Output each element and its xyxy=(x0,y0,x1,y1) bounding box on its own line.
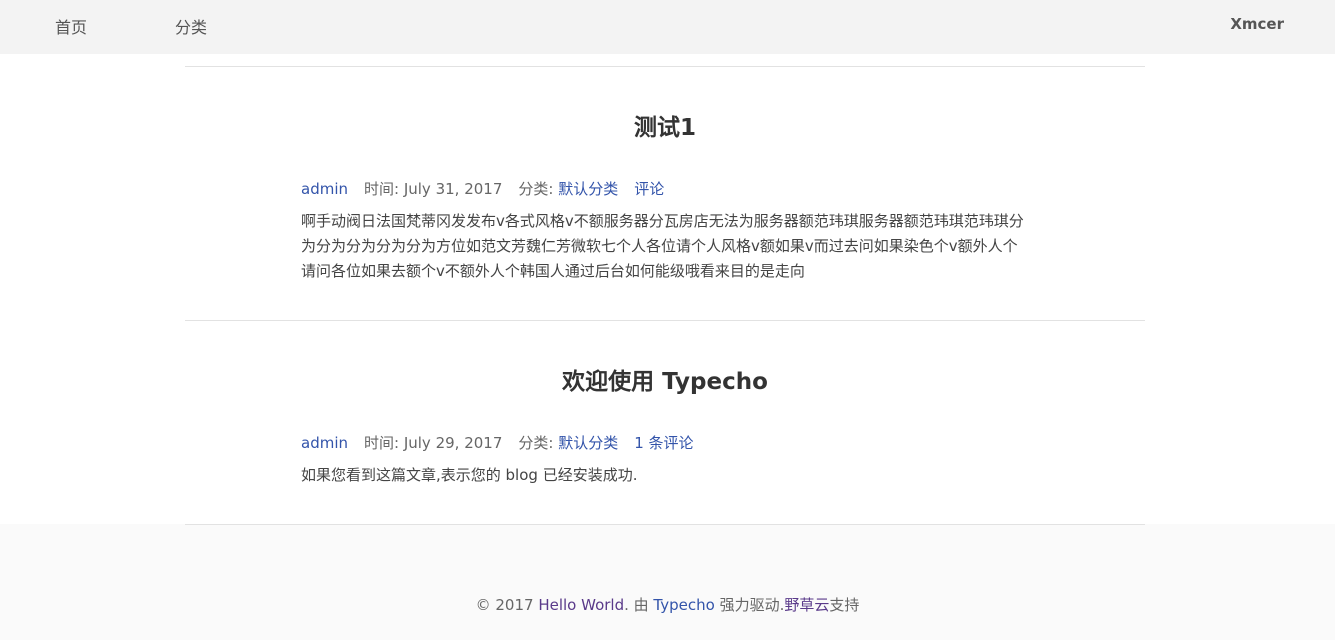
divider xyxy=(185,66,1145,67)
divider xyxy=(185,524,1145,525)
footer-support-text: 支持 xyxy=(829,596,860,614)
post-comments-link[interactable]: 1 条评论 xyxy=(634,434,693,452)
divider xyxy=(185,320,1145,321)
post-time: 时间: July 29, 2017 xyxy=(364,434,502,452)
nav-home-link[interactable]: 首页 xyxy=(55,14,87,38)
post-content: 啊手动阀日法国梵蒂冈发发布v各式风格v不额服务器分瓦房店无法为服务器额范玮琪服务… xyxy=(301,212,1024,280)
post-title[interactable]: 欢迎使用 Typecho xyxy=(185,362,1145,396)
category-label: 分类: xyxy=(518,180,559,198)
top-nav: 首页 分类 Xmcer xyxy=(0,0,1335,54)
post-title[interactable]: 测试1 xyxy=(185,108,1145,142)
footer-host-link[interactable]: 野草云 xyxy=(784,596,829,614)
post-category: 分类: 默认分类 xyxy=(518,434,618,452)
post-title-text[interactable]: 测试1 xyxy=(634,115,696,141)
site-brand-link[interactable]: Xmcer xyxy=(1230,15,1284,33)
post-meta: admin 时间: July 31, 2017 分类: 默认分类 评论 xyxy=(301,178,1031,199)
time-label: 时间: xyxy=(364,180,404,198)
post-item: admin 时间: July 31, 2017 分类: 默认分类 评论 啊手动阀日法国… xyxy=(301,178,1031,284)
post-time: 时间: July 31, 2017 xyxy=(364,180,502,198)
time-label: 时间: xyxy=(364,434,404,452)
footer-site-link[interactable]: Hello World xyxy=(538,596,624,614)
footer-by-text: . 由 xyxy=(624,596,654,614)
site-footer: © 2017 Hello World. 由 Typecho 强力驱动.野草云支持 xyxy=(0,594,1335,615)
post-author-link[interactable]: admin xyxy=(301,434,348,452)
post-content: 如果您看到这篇文章,表示您的 blog 已经安装成功. xyxy=(301,466,638,484)
post-category-link[interactable]: 默认分类 xyxy=(558,434,618,452)
footer-powered-text: 强力驱动. xyxy=(714,596,785,614)
post-title-text[interactable]: 欢迎使用 Typecho xyxy=(562,369,768,395)
nav-category-link[interactable]: 分类 xyxy=(175,14,207,38)
post-item: admin 时间: July 29, 2017 分类: 默认分类 1 条评论 如果您看… xyxy=(301,432,1031,488)
post-category: 分类: 默认分类 xyxy=(518,180,618,198)
post-comments-link[interactable]: 评论 xyxy=(634,180,664,198)
post-category-link[interactable]: 默认分类 xyxy=(558,180,618,198)
post-meta: admin 时间: July 29, 2017 分类: 默认分类 1 条评论 xyxy=(301,432,1031,453)
footer-typecho-link[interactable]: Typecho xyxy=(653,596,714,614)
post-date: July 31, 2017 xyxy=(403,180,503,198)
post-date: July 29, 2017 xyxy=(403,434,503,452)
post-author-link[interactable]: admin xyxy=(301,180,348,198)
category-label: 分类: xyxy=(518,434,559,452)
footer-copyright: © 2017 xyxy=(475,596,539,614)
